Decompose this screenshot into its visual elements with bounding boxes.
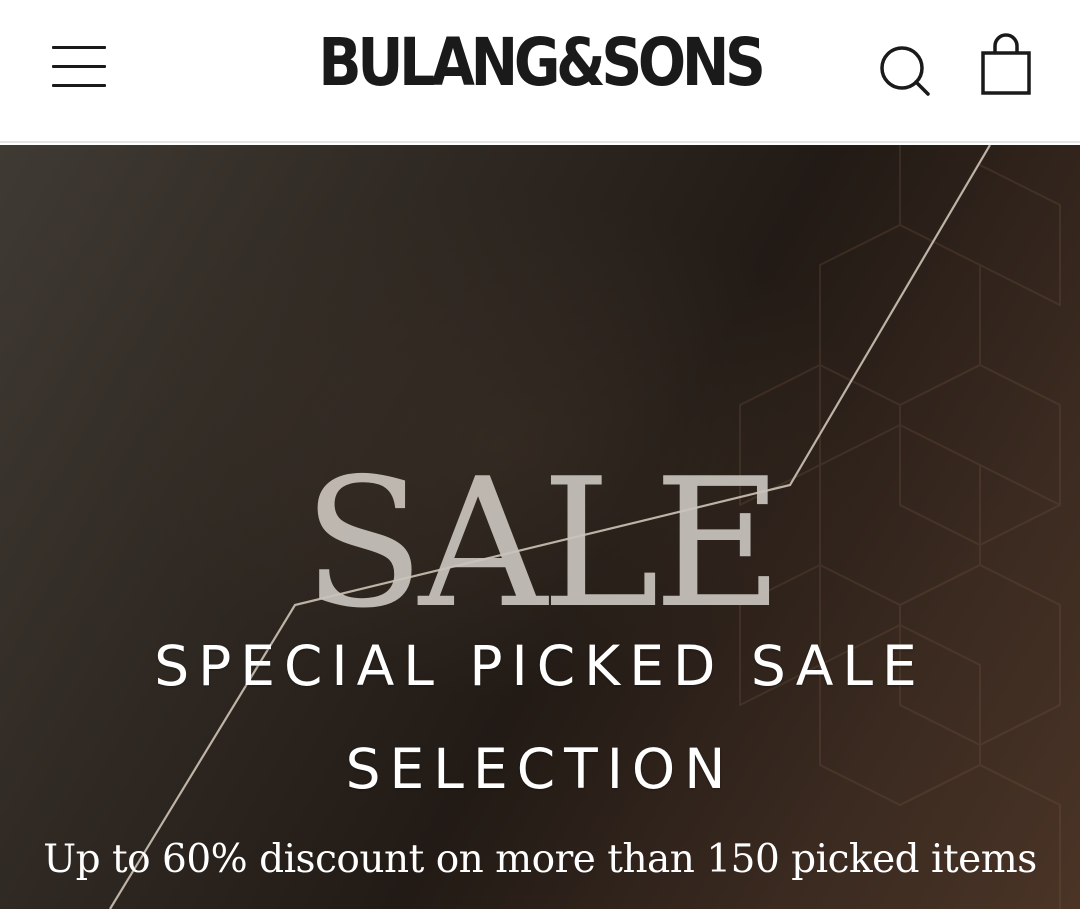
menu-line — [52, 65, 106, 68]
menu-line — [52, 46, 106, 49]
menu-line — [52, 84, 106, 87]
site-header: BULANG&SONS — [0, 0, 1080, 143]
site-logo[interactable]: BULANG&SONS — [318, 22, 766, 102]
hero-banner[interactable]: SALE SPECIAL PICKED SALE SELECTION Up to… — [0, 145, 1080, 909]
hero-subtitle: Up to 60% discount on more than 150 pick… — [43, 837, 1037, 882]
search-icon[interactable] — [872, 40, 936, 100]
shopping-bag-icon[interactable] — [974, 30, 1038, 100]
sale-background-word: SALE — [302, 440, 784, 647]
hero-title: SPECIAL PICKED SALE SELECTION — [154, 634, 926, 801]
hamburger-menu-icon[interactable] — [46, 38, 112, 94]
